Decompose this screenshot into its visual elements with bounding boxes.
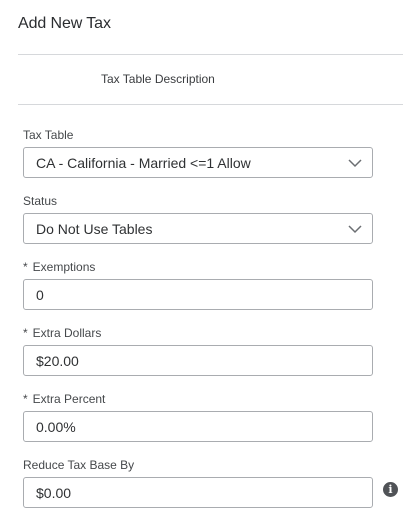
reduce-tax-base-value: $0.00 (36, 484, 72, 501)
reduce-tax-base-field: Reduce Tax Base By $0.00 (23, 458, 373, 508)
chevron-down-icon (348, 159, 362, 168)
extra-dollars-input[interactable]: $20.00 (23, 345, 373, 376)
tax-table-select[interactable]: CA - California - Married <=1 Allow (23, 147, 373, 178)
exemptions-label: * Exemptions (23, 260, 96, 274)
extra-dollars-label: * Extra Dollars (23, 326, 102, 340)
tax-table-field: Tax Table CA - California - Married <=1 … (23, 128, 373, 178)
extra-dollars-field: * Extra Dollars $20.00 (23, 326, 373, 376)
status-field: Status Do Not Use Tables (23, 194, 373, 244)
reduce-tax-base-label: Reduce Tax Base By (23, 458, 135, 472)
divider (18, 54, 403, 55)
divider (18, 104, 403, 105)
required-marker: * (23, 392, 28, 406)
status-label: Status (23, 194, 58, 208)
extra-percent-value: 0.00% (36, 418, 76, 435)
extra-percent-input[interactable]: 0.00% (23, 411, 373, 442)
required-marker: * (23, 260, 28, 274)
extra-percent-label: * Extra Percent (23, 392, 106, 406)
extra-percent-field: * Extra Percent 0.00% (23, 392, 373, 442)
exemptions-input[interactable]: 0 (23, 279, 373, 310)
status-value: Do Not Use Tables (36, 220, 153, 237)
extra-dollars-value: $20.00 (36, 352, 79, 369)
status-select[interactable]: Do Not Use Tables (23, 213, 373, 244)
reduce-tax-base-input[interactable]: $0.00 (23, 477, 373, 508)
exemptions-value: 0 (36, 286, 44, 303)
page-title: Add New Tax (18, 15, 111, 32)
exemptions-field: * Exemptions 0 (23, 260, 373, 310)
tax-table-value: CA - California - Married <=1 Allow (36, 154, 251, 171)
info-icon[interactable]: i (383, 482, 398, 497)
chevron-down-icon (348, 225, 362, 234)
tab-tax-table-description[interactable]: Tax Table Description (101, 72, 215, 86)
required-marker: * (23, 326, 28, 340)
tax-table-label: Tax Table (23, 128, 74, 142)
